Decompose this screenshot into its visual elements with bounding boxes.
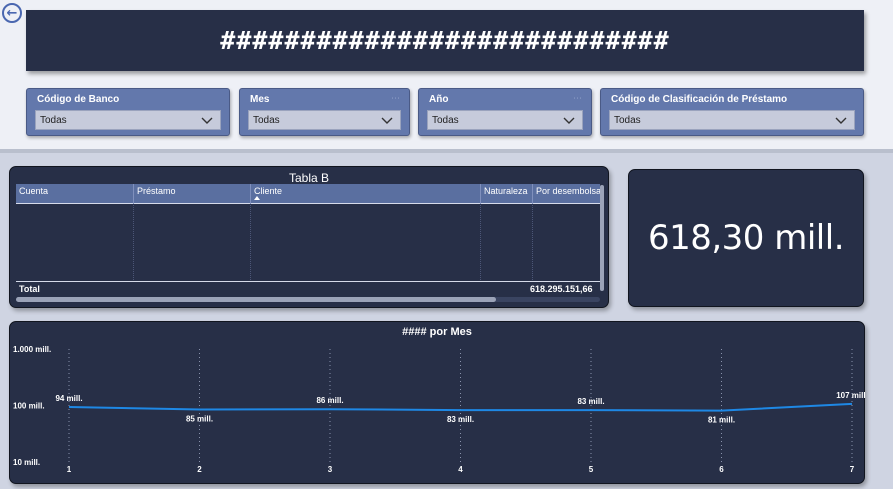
- slicer-label: Mes: [250, 94, 270, 105]
- slicer-value: Todas: [40, 114, 67, 126]
- table-panel: Tabla B Cuenta Préstamo Cliente Naturale…: [9, 166, 609, 308]
- slicer-codigo-banco: Código de Banco Todas: [26, 88, 230, 136]
- data-label: 94 mill.: [55, 394, 82, 403]
- chevron-down-icon: [835, 117, 847, 124]
- sort-ascending-icon: [254, 196, 260, 200]
- data-label: 83 mill.: [447, 415, 474, 424]
- slicer-dropdown-codigo-banco[interactable]: Todas: [35, 110, 221, 130]
- table-total-row: Total 618.295.151,66: [16, 284, 600, 296]
- page-title-banner: ############################: [26, 10, 864, 71]
- chevron-down-icon: [563, 117, 575, 124]
- slicer-label: Año: [429, 94, 449, 105]
- kpi-card: 618,30 mill.: [628, 169, 864, 307]
- x-tick-label: 2: [197, 465, 202, 474]
- more-options-icon[interactable]: ⋯: [573, 94, 583, 104]
- vertical-scrollbar[interactable]: [600, 185, 604, 291]
- column-header-sorted[interactable]: Cliente: [250, 184, 480, 204]
- x-tick-label: 6: [719, 465, 724, 474]
- column-header[interactable]: Préstamo: [133, 184, 250, 204]
- x-tick-label: 3: [328, 465, 333, 474]
- slicer-mes: Mes ⋯ Todas: [239, 88, 410, 136]
- more-options-icon[interactable]: ⋯: [391, 94, 401, 104]
- series-line: [68, 402, 853, 412]
- total-value: 618.295.151,66: [530, 284, 593, 294]
- table-header: Cuenta Préstamo Cliente Naturaleza Por d…: [16, 184, 600, 204]
- data-label: 107 mill.: [836, 391, 866, 400]
- line-chart: 1.000 mill. 100 mill. 10 mill. 1 2 3 4 5 6 7 94 mi…: [13, 345, 866, 474]
- x-tick-label: 7: [850, 465, 855, 474]
- y-tick-label: 100 mill.: [13, 402, 45, 411]
- data-label: 85 mill.: [186, 414, 213, 423]
- total-separator: [16, 281, 600, 282]
- line-chart-panel: #### por Mes 1.000 mill. 100 mill. 10 mill…: [9, 321, 866, 484]
- data-label: 86 mill.: [316, 396, 343, 405]
- slicer-value: Todas: [614, 114, 641, 126]
- table-title: Tabla B: [288, 171, 330, 185]
- slicer-clasificacion-prestamo: Código de Clasificación de Préstamo Toda…: [600, 88, 864, 136]
- data-label: 81 mill.: [708, 416, 735, 425]
- slicer-dropdown-clasificacion-prestamo[interactable]: Todas: [609, 110, 855, 130]
- slicer-value: Todas: [432, 114, 459, 126]
- x-tick-label: 1: [67, 465, 72, 474]
- x-tick-label: 5: [589, 465, 594, 474]
- slicer-dropdown-mes[interactable]: Todas: [248, 110, 401, 130]
- data-label: 83 mill.: [577, 397, 604, 406]
- slicer-value: Todas: [253, 114, 280, 126]
- kpi-value: 618,30 mill.: [647, 218, 845, 258]
- slicer-label: Código de Banco: [37, 94, 120, 105]
- y-tick-label: 1.000 mill.: [13, 345, 51, 354]
- chevron-down-icon: [201, 117, 213, 124]
- slicer-dropdown-anio[interactable]: Todas: [427, 110, 583, 130]
- y-tick-label: 10 mill.: [13, 458, 40, 467]
- arrow-left-circle-icon: ←: [6, 5, 18, 21]
- back-button[interactable]: ←: [2, 3, 22, 23]
- slicer-label: Código de Clasificación de Préstamo: [611, 94, 788, 105]
- column-header[interactable]: Cuenta: [16, 184, 133, 204]
- horizontal-scrollbar[interactable]: [16, 297, 496, 302]
- column-header[interactable]: Por desembolsar: [532, 184, 600, 204]
- slicer-anio: Año ⋯ Todas: [418, 88, 592, 136]
- total-label: Total: [19, 284, 40, 294]
- section-divider: [0, 149, 893, 153]
- x-tick-label: 4: [458, 465, 463, 474]
- column-header[interactable]: Naturaleza: [480, 184, 532, 204]
- page-title: ############################: [220, 26, 670, 55]
- chevron-down-icon: [381, 117, 393, 124]
